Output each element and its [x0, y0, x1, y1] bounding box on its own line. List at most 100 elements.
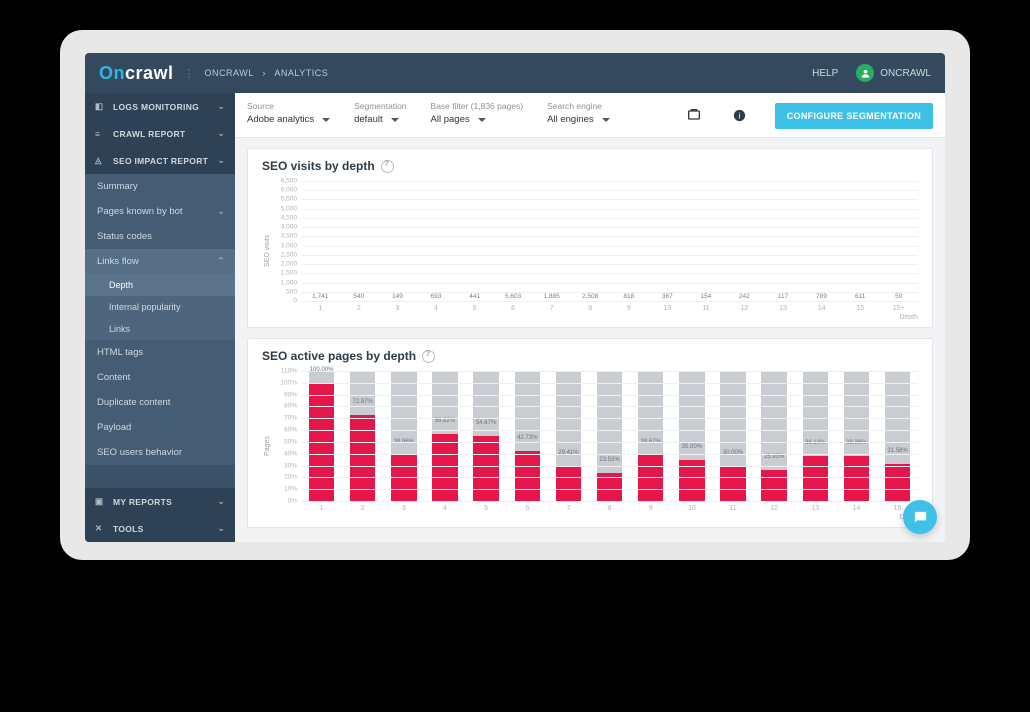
bar[interactable]: 789: [802, 293, 841, 301]
bar[interactable]: 100.00%: [301, 371, 342, 501]
sidebar-item-label: Duplicate content: [97, 397, 170, 408]
sidebar-item-label: Status codes: [97, 231, 152, 242]
nav-label: MY REPORTS: [113, 497, 172, 507]
xtick: 14: [836, 502, 877, 512]
sidebar-item-7[interactable]: Payload: [85, 415, 235, 440]
svg-text:i: i: [739, 111, 741, 120]
sidebar-item-3[interactable]: Links flow⌃: [85, 249, 235, 274]
card-title-2: SEO active pages by depth: [262, 349, 918, 363]
bar[interactable]: 5,603: [494, 293, 533, 301]
sidebar-item-label: Summary: [97, 181, 138, 192]
bar[interactable]: 818: [610, 293, 649, 301]
avatar[interactable]: [856, 64, 874, 82]
bar[interactable]: 1,885: [532, 293, 571, 301]
sidebar-top-0[interactable]: ◧LOGS MONITORING⌄: [85, 93, 235, 120]
breadcrumb[interactable]: ONCRAWL › ANALYTICS: [205, 68, 329, 78]
xtick: 13: [795, 502, 836, 512]
filter-source[interactable]: Source Adobe analytics: [247, 101, 330, 125]
bar[interactable]: 54.67%: [466, 371, 507, 501]
help-icon[interactable]: [422, 350, 435, 363]
sidebar-top-2[interactable]: ◬SEO IMPACT REPORT⌄: [85, 147, 235, 174]
bar[interactable]: 367: [648, 293, 687, 301]
xtick: 5: [455, 302, 494, 312]
sidebar-item-6[interactable]: Duplicate content: [85, 390, 235, 415]
bar[interactable]: 611: [841, 293, 880, 301]
bar[interactable]: 25.93%: [754, 371, 795, 501]
filter-segmentation[interactable]: Segmentation default: [354, 101, 406, 125]
nav-label: SEO IMPACT REPORT: [113, 156, 208, 166]
brand-logo[interactable]: Oncrawl: [99, 63, 174, 84]
xtick: 1: [301, 502, 342, 512]
bar[interactable]: 31.58%: [877, 371, 918, 501]
xtick: 10: [671, 502, 712, 512]
bar[interactable]: 441: [455, 293, 494, 301]
breadcrumb-1[interactable]: ANALYTICS: [274, 68, 328, 78]
filter-engine-label: Search engine: [547, 101, 609, 111]
xtick: 8: [571, 302, 610, 312]
export-icon[interactable]: [683, 104, 705, 126]
sidebar-item-4[interactable]: HTML tags: [85, 340, 235, 365]
nav-label: CRAWL REPORT: [113, 129, 185, 139]
bar[interactable]: 30.00%: [712, 371, 753, 501]
sidebar-item-1[interactable]: Pages known by bot⌄: [85, 199, 235, 224]
user-label[interactable]: ONCRAWL: [880, 68, 931, 79]
sidebar-bottom-1[interactable]: ✕TOOLS⌄: [85, 515, 235, 542]
filter-basefilter[interactable]: Base filter (1,836 pages) All pages: [431, 101, 524, 125]
nav-icon: ◬: [95, 155, 107, 166]
chevron-down-icon: ⌄: [218, 101, 225, 112]
bar[interactable]: 154: [687, 293, 726, 301]
filter-source-value: Adobe analytics: [247, 114, 314, 125]
xtick: 4: [424, 502, 465, 512]
xtick: 7: [532, 302, 571, 312]
sidebar-item-5[interactable]: Content: [85, 365, 235, 390]
configure-segmentation-button[interactable]: CONFIGURE SEGMENTATION: [775, 103, 933, 129]
bar[interactable]: 38.67%: [630, 371, 671, 501]
bar[interactable]: 56.82%: [424, 371, 465, 501]
topbar-divider: ⋮: [184, 67, 195, 80]
bar[interactable]: 117: [764, 293, 803, 301]
sidebar-item-2[interactable]: Status codes: [85, 224, 235, 249]
bar[interactable]: 23.53%: [589, 371, 630, 501]
bar[interactable]: 38.10%: [795, 371, 836, 501]
xtick: 4: [417, 302, 456, 312]
sidebar-leaf-3-1[interactable]: Internal popularity: [85, 296, 235, 318]
bar[interactable]: 38.96%: [383, 371, 424, 501]
sidebar-item-label: SEO users behavior: [97, 447, 182, 458]
bar[interactable]: 693: [417, 293, 456, 301]
bar[interactable]: 540: [340, 293, 379, 301]
bar[interactable]: 50: [879, 293, 918, 301]
bar[interactable]: 42.73%: [507, 371, 548, 501]
bar[interactable]: 2,508: [571, 293, 610, 301]
chat-button[interactable]: [903, 500, 937, 534]
help-icon[interactable]: [381, 160, 394, 173]
filter-engine[interactable]: Search engine All engines: [547, 101, 609, 125]
bar[interactable]: 35.00%: [671, 371, 712, 501]
nav-icon: ▣: [95, 496, 107, 507]
breadcrumb-0[interactable]: ONCRAWL: [205, 68, 254, 78]
nav-icon: ✕: [95, 523, 107, 534]
sidebar-leaf-3-0[interactable]: Depth: [85, 274, 235, 296]
help-link[interactable]: HELP: [812, 68, 838, 79]
sidebar-item-8[interactable]: SEO users behavior: [85, 440, 235, 465]
xtick: 11: [687, 302, 726, 312]
bar[interactable]: 149: [378, 293, 417, 301]
sidebar-top-1[interactable]: ≡CRAWL REPORT⌄: [85, 120, 235, 147]
nav-label: TOOLS: [113, 524, 144, 534]
bar[interactable]: 72.97%: [342, 371, 383, 501]
card-title-1-text: SEO visits by depth: [262, 159, 375, 173]
sidebar-item-label: Links flow: [97, 256, 139, 267]
bar[interactable]: 1,741: [301, 293, 340, 301]
sidebar-item-0[interactable]: Summary: [85, 174, 235, 199]
bar[interactable]: 242: [725, 293, 764, 301]
sidebar-bottom-0[interactable]: ▣ MY REPORTS ⌄: [85, 488, 235, 515]
topbar: Oncrawl ⋮ ONCRAWL › ANALYTICS HELP ONCRA…: [85, 53, 945, 93]
chevron-down-icon: ⌄: [218, 496, 225, 507]
info-icon[interactable]: i: [729, 104, 751, 126]
bar[interactable]: 29.41%: [548, 371, 589, 501]
xtick: 9: [630, 502, 671, 512]
caret-icon: [602, 118, 610, 122]
xtick: 2: [340, 302, 379, 312]
bar[interactable]: 38.36%: [836, 371, 877, 501]
sidebar-item-label: Payload: [97, 422, 131, 433]
sidebar-leaf-3-2[interactable]: Links: [85, 318, 235, 340]
